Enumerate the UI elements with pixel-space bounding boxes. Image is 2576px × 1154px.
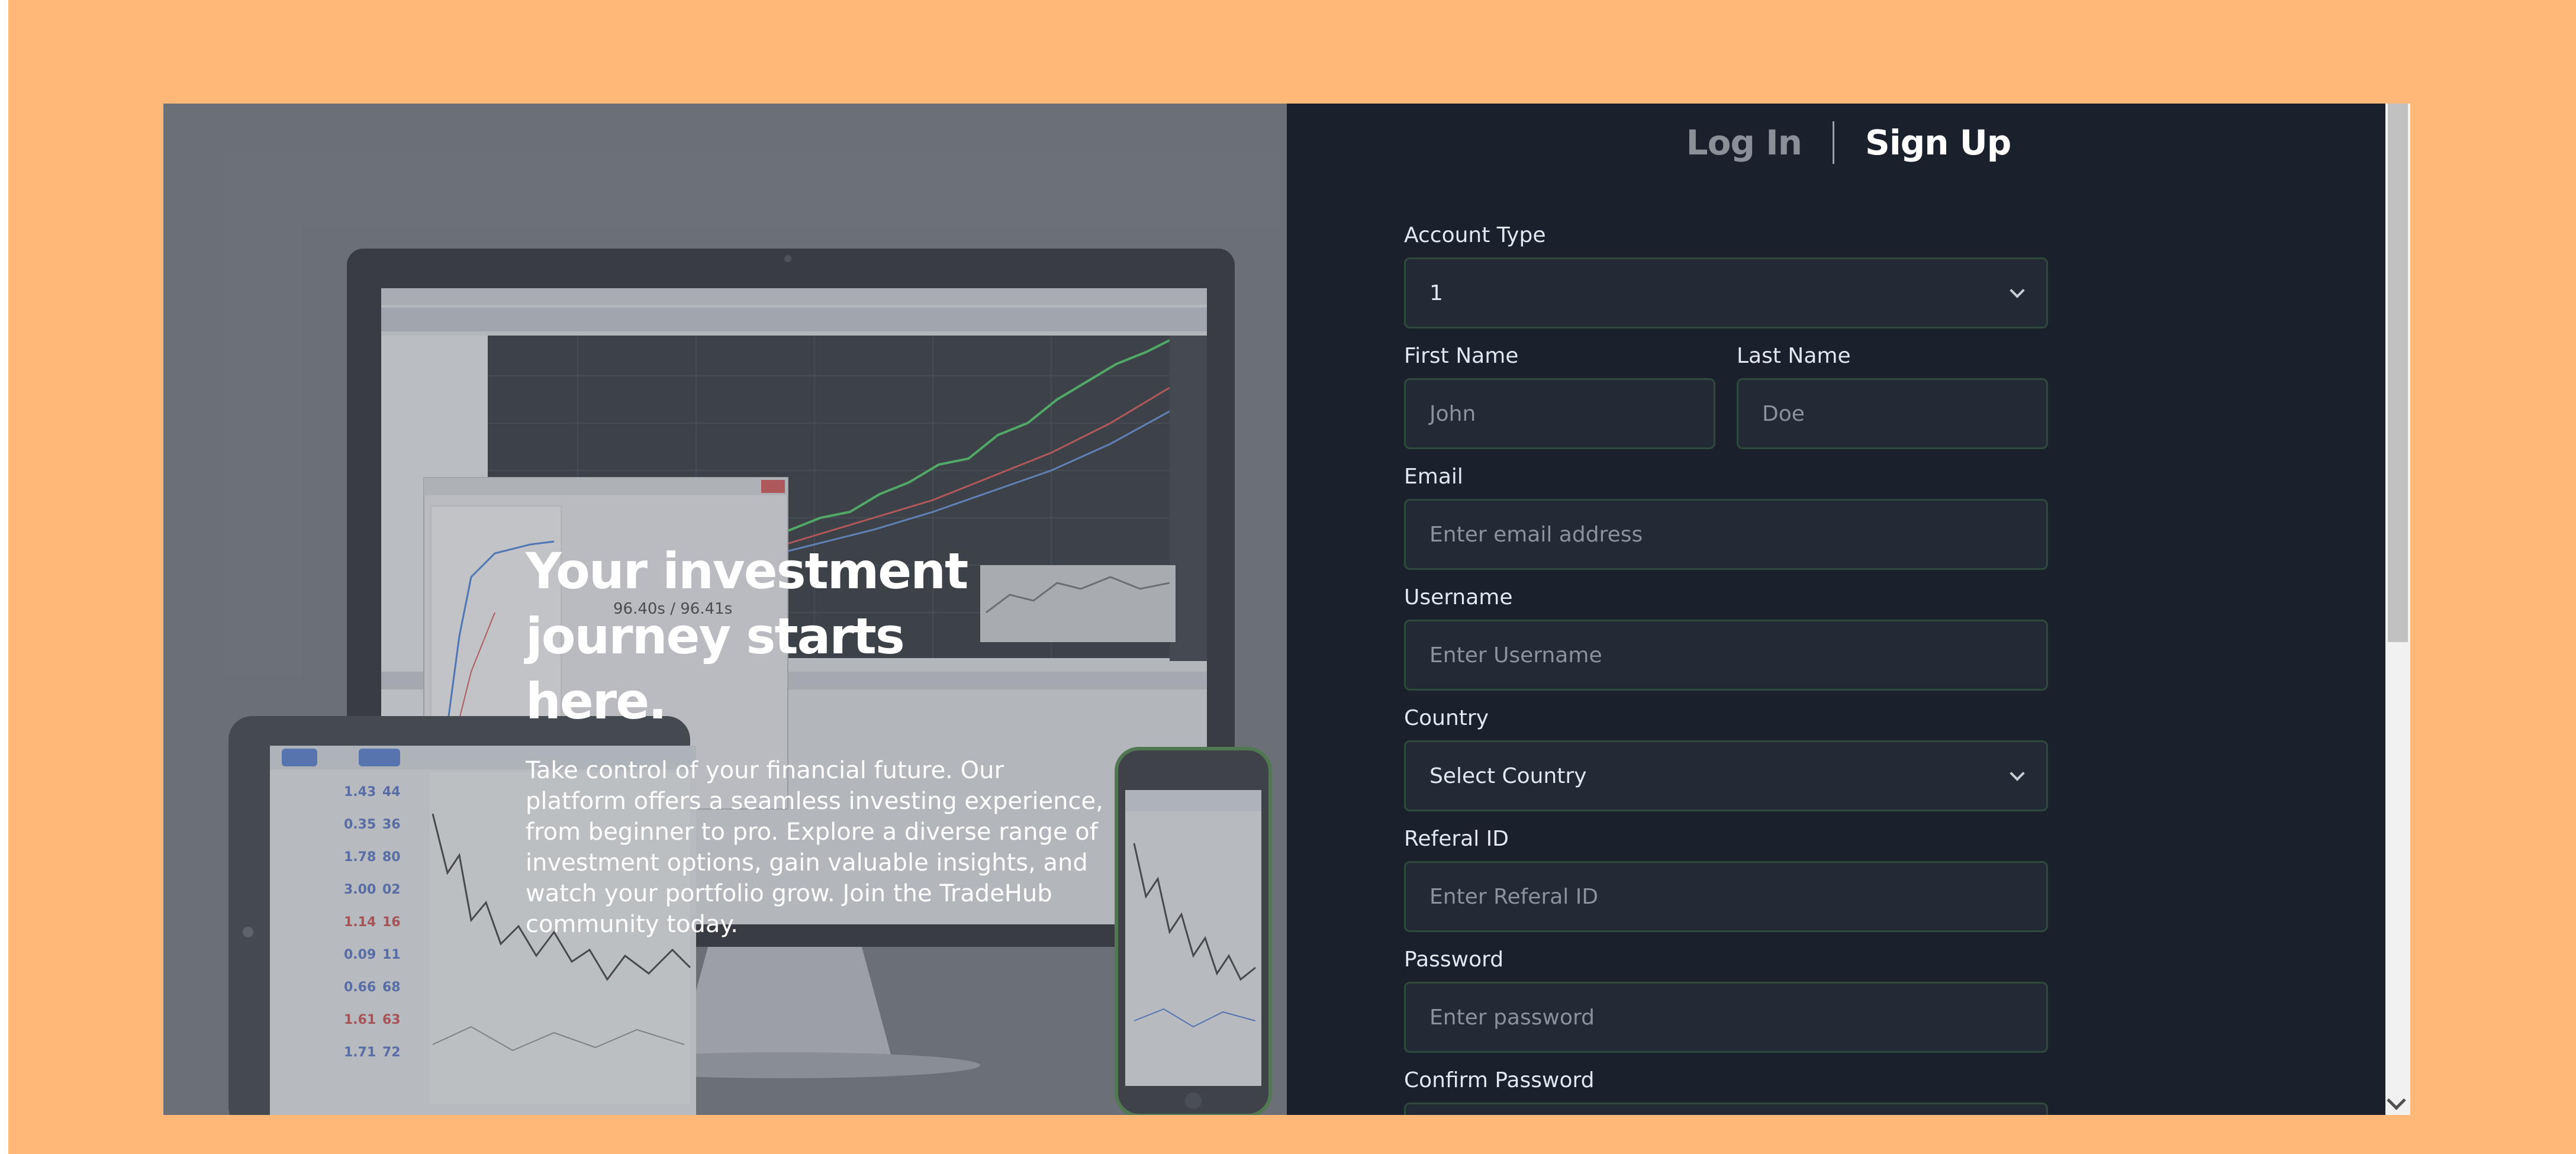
signup-panel: Log In Sign Up Account Type 1 First Name… xyxy=(1287,104,2410,1115)
password-placeholder: Enter password xyxy=(1429,1005,1595,1030)
name-row: First Name John Last Name Doe xyxy=(1404,343,2048,463)
last-name-label: Last Name xyxy=(1737,344,1851,368)
email-placeholder: Enter email address xyxy=(1429,522,1643,547)
password-input[interactable]: Enter password xyxy=(1404,982,2048,1053)
country-field: Country Select Country xyxy=(1404,705,2048,811)
signup-form: Account Type 1 First Name John Last Name… xyxy=(1404,222,2048,1115)
confirm-password-label: Confirm Password xyxy=(1404,1068,1595,1092)
hero-section: 96.40s / 96.41s 1.43 44 0.35 36 1.78 80 3.0… xyxy=(163,104,1287,1115)
account-type-label: Account Type xyxy=(1404,223,1546,247)
chevron-down-icon xyxy=(2010,766,2025,781)
auth-tabs: Log In Sign Up xyxy=(1287,121,2410,164)
tab-signup[interactable]: Sign Up xyxy=(1834,123,2042,163)
email-label: Email xyxy=(1404,465,1463,489)
confirm-password-input[interactable] xyxy=(1404,1103,2048,1115)
referal-input[interactable]: Enter Referal ID xyxy=(1404,861,2048,932)
first-name-label: First Name xyxy=(1404,344,1519,368)
account-type-value: 1 xyxy=(1429,281,1443,305)
chevron-down-icon xyxy=(2010,283,2025,298)
scrollbar-thumb[interactable] xyxy=(2388,104,2408,642)
username-placeholder: Enter Username xyxy=(1429,643,1602,668)
password-field: Password Enter password xyxy=(1404,946,2048,1053)
hero-description: Take control of your financial future. O… xyxy=(526,757,1103,938)
country-value: Select Country xyxy=(1429,763,1587,788)
referal-field: Referal ID Enter Referal ID xyxy=(1404,826,2048,932)
referal-label: Referal ID xyxy=(1404,827,1509,851)
last-name-placeholder: Doe xyxy=(1762,401,1805,426)
scrollbar-track[interactable] xyxy=(2385,104,2410,1115)
password-label: Password xyxy=(1404,947,1504,972)
auth-card: 96.40s / 96.41s 1.43 44 0.35 36 1.78 80 3.0… xyxy=(163,104,2410,1115)
country-label: Country xyxy=(1404,706,1489,730)
last-name-input[interactable]: Doe xyxy=(1737,378,2048,449)
username-label: Username xyxy=(1404,585,1513,610)
hero-text-block: Your investment journey starts here. Tak… xyxy=(526,539,1118,940)
account-type-field: Account Type 1 xyxy=(1404,222,2048,328)
last-name-field: Last Name Doe xyxy=(1737,343,2048,463)
first-name-placeholder: John xyxy=(1429,401,1476,426)
tab-login[interactable]: Log In xyxy=(1656,123,1833,163)
confirm-password-field: Confirm Password xyxy=(1404,1067,2048,1115)
referal-placeholder: Enter Referal ID xyxy=(1429,884,1599,909)
username-input[interactable]: Enter Username xyxy=(1404,620,2048,691)
hero-title: Your investment journey starts here. xyxy=(526,542,968,730)
email-input[interactable]: Enter email address xyxy=(1404,499,2048,570)
country-select[interactable]: Select Country xyxy=(1404,740,2048,811)
first-name-input[interactable]: John xyxy=(1404,378,1715,449)
email-field: Email Enter email address xyxy=(1404,463,2048,570)
account-type-select[interactable]: 1 xyxy=(1404,257,2048,328)
first-name-field: First Name John xyxy=(1404,343,1715,463)
username-field: Username Enter Username xyxy=(1404,584,2048,691)
